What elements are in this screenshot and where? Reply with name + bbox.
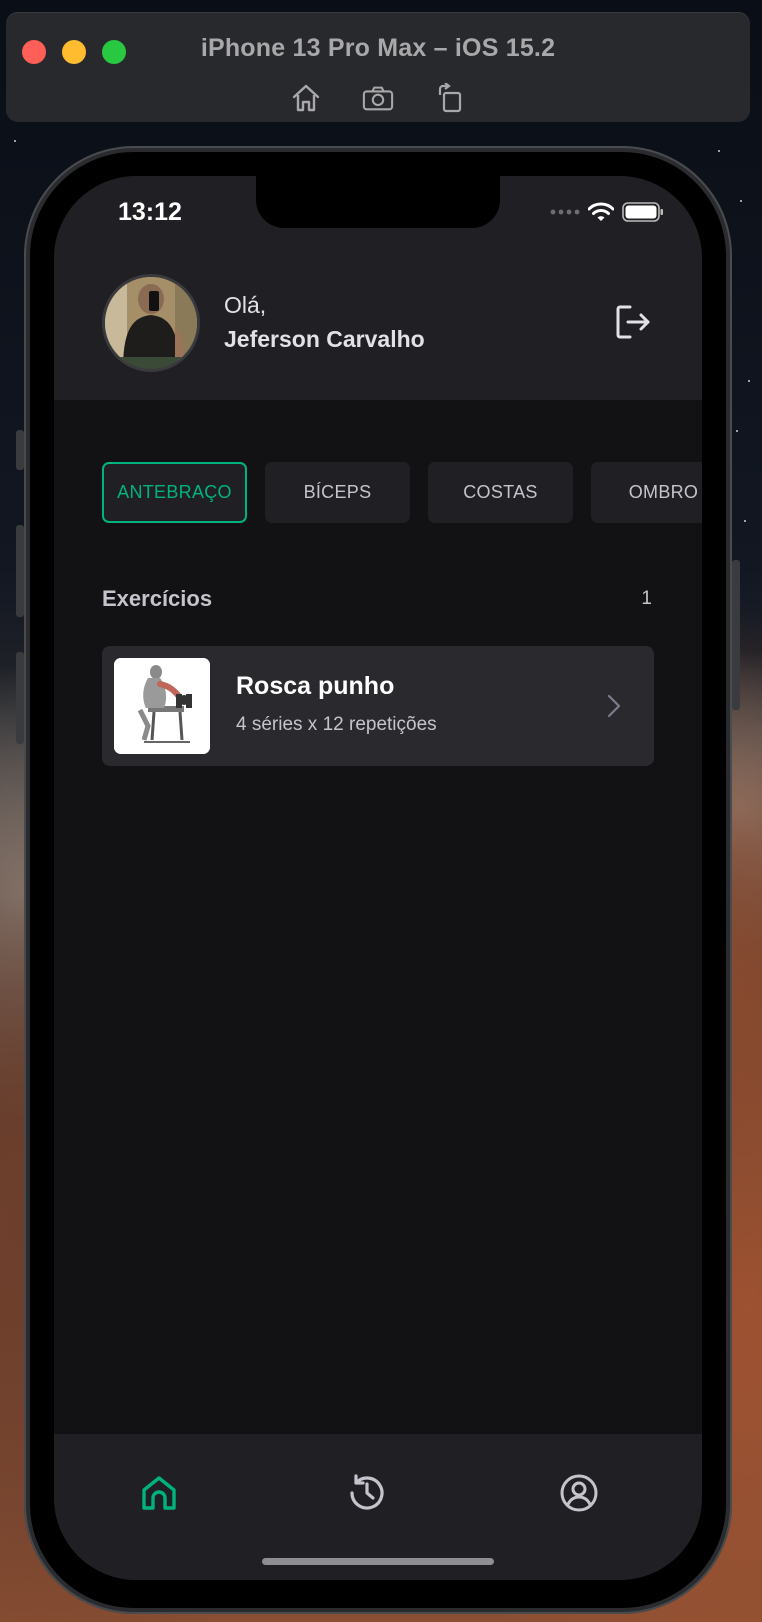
screenshot-icon[interactable] xyxy=(362,82,394,114)
group-tab-biceps[interactable]: BÍCEPS xyxy=(265,462,410,523)
exercise-details: 4 séries x 12 repetições xyxy=(236,714,437,735)
home-icon[interactable] xyxy=(290,82,322,114)
volume-up-button xyxy=(16,525,24,617)
wifi-icon xyxy=(588,202,614,221)
group-tab-antebraco[interactable]: ANTEBRAÇO xyxy=(102,462,247,523)
status-time: 13:12 xyxy=(118,198,182,226)
status-icons xyxy=(550,202,664,222)
simulator-title-bar: iPhone 13 Pro Max – iOS 15.2 xyxy=(6,12,750,122)
chevron-right-icon xyxy=(606,692,622,720)
power-button xyxy=(732,560,740,710)
history-icon[interactable] xyxy=(346,1472,388,1514)
notch xyxy=(256,176,500,228)
volume-down-button xyxy=(16,652,24,744)
group-tab-costas[interactable]: COSTAS xyxy=(428,462,573,523)
signal-icon xyxy=(550,209,580,215)
greeting-label: Olá, xyxy=(224,292,267,318)
app-screen: Olá, Jeferson Carvalho 13:12 ANTEBRAÇO B… xyxy=(54,176,702,1580)
user-circle-icon[interactable] xyxy=(558,1472,600,1514)
battery-icon xyxy=(622,202,663,222)
exercise-title: Rosca punho xyxy=(236,672,395,700)
rotate-icon[interactable] xyxy=(434,82,466,114)
exercise-thumbnail xyxy=(114,658,210,754)
group-tab-ombro[interactable]: OMBRO xyxy=(591,462,702,523)
exercise-card[interactable]: Rosca punho 4 séries x 12 repetições xyxy=(102,646,654,766)
user-name: Jeferson Carvalho xyxy=(224,326,425,352)
simulator-title: iPhone 13 Pro Max – iOS 15.2 xyxy=(200,34,556,62)
muscle-group-list: ANTEBRAÇO BÍCEPS COSTAS OMBRO xyxy=(102,462,702,523)
home-indicator xyxy=(262,1558,494,1565)
exercises-heading: Exercícios xyxy=(102,586,213,611)
home-icon[interactable] xyxy=(138,1472,180,1514)
mute-switch xyxy=(16,430,24,470)
sign-out-icon[interactable] xyxy=(614,302,654,342)
avatar[interactable] xyxy=(102,274,200,372)
exercises-count: 1 xyxy=(641,588,652,609)
